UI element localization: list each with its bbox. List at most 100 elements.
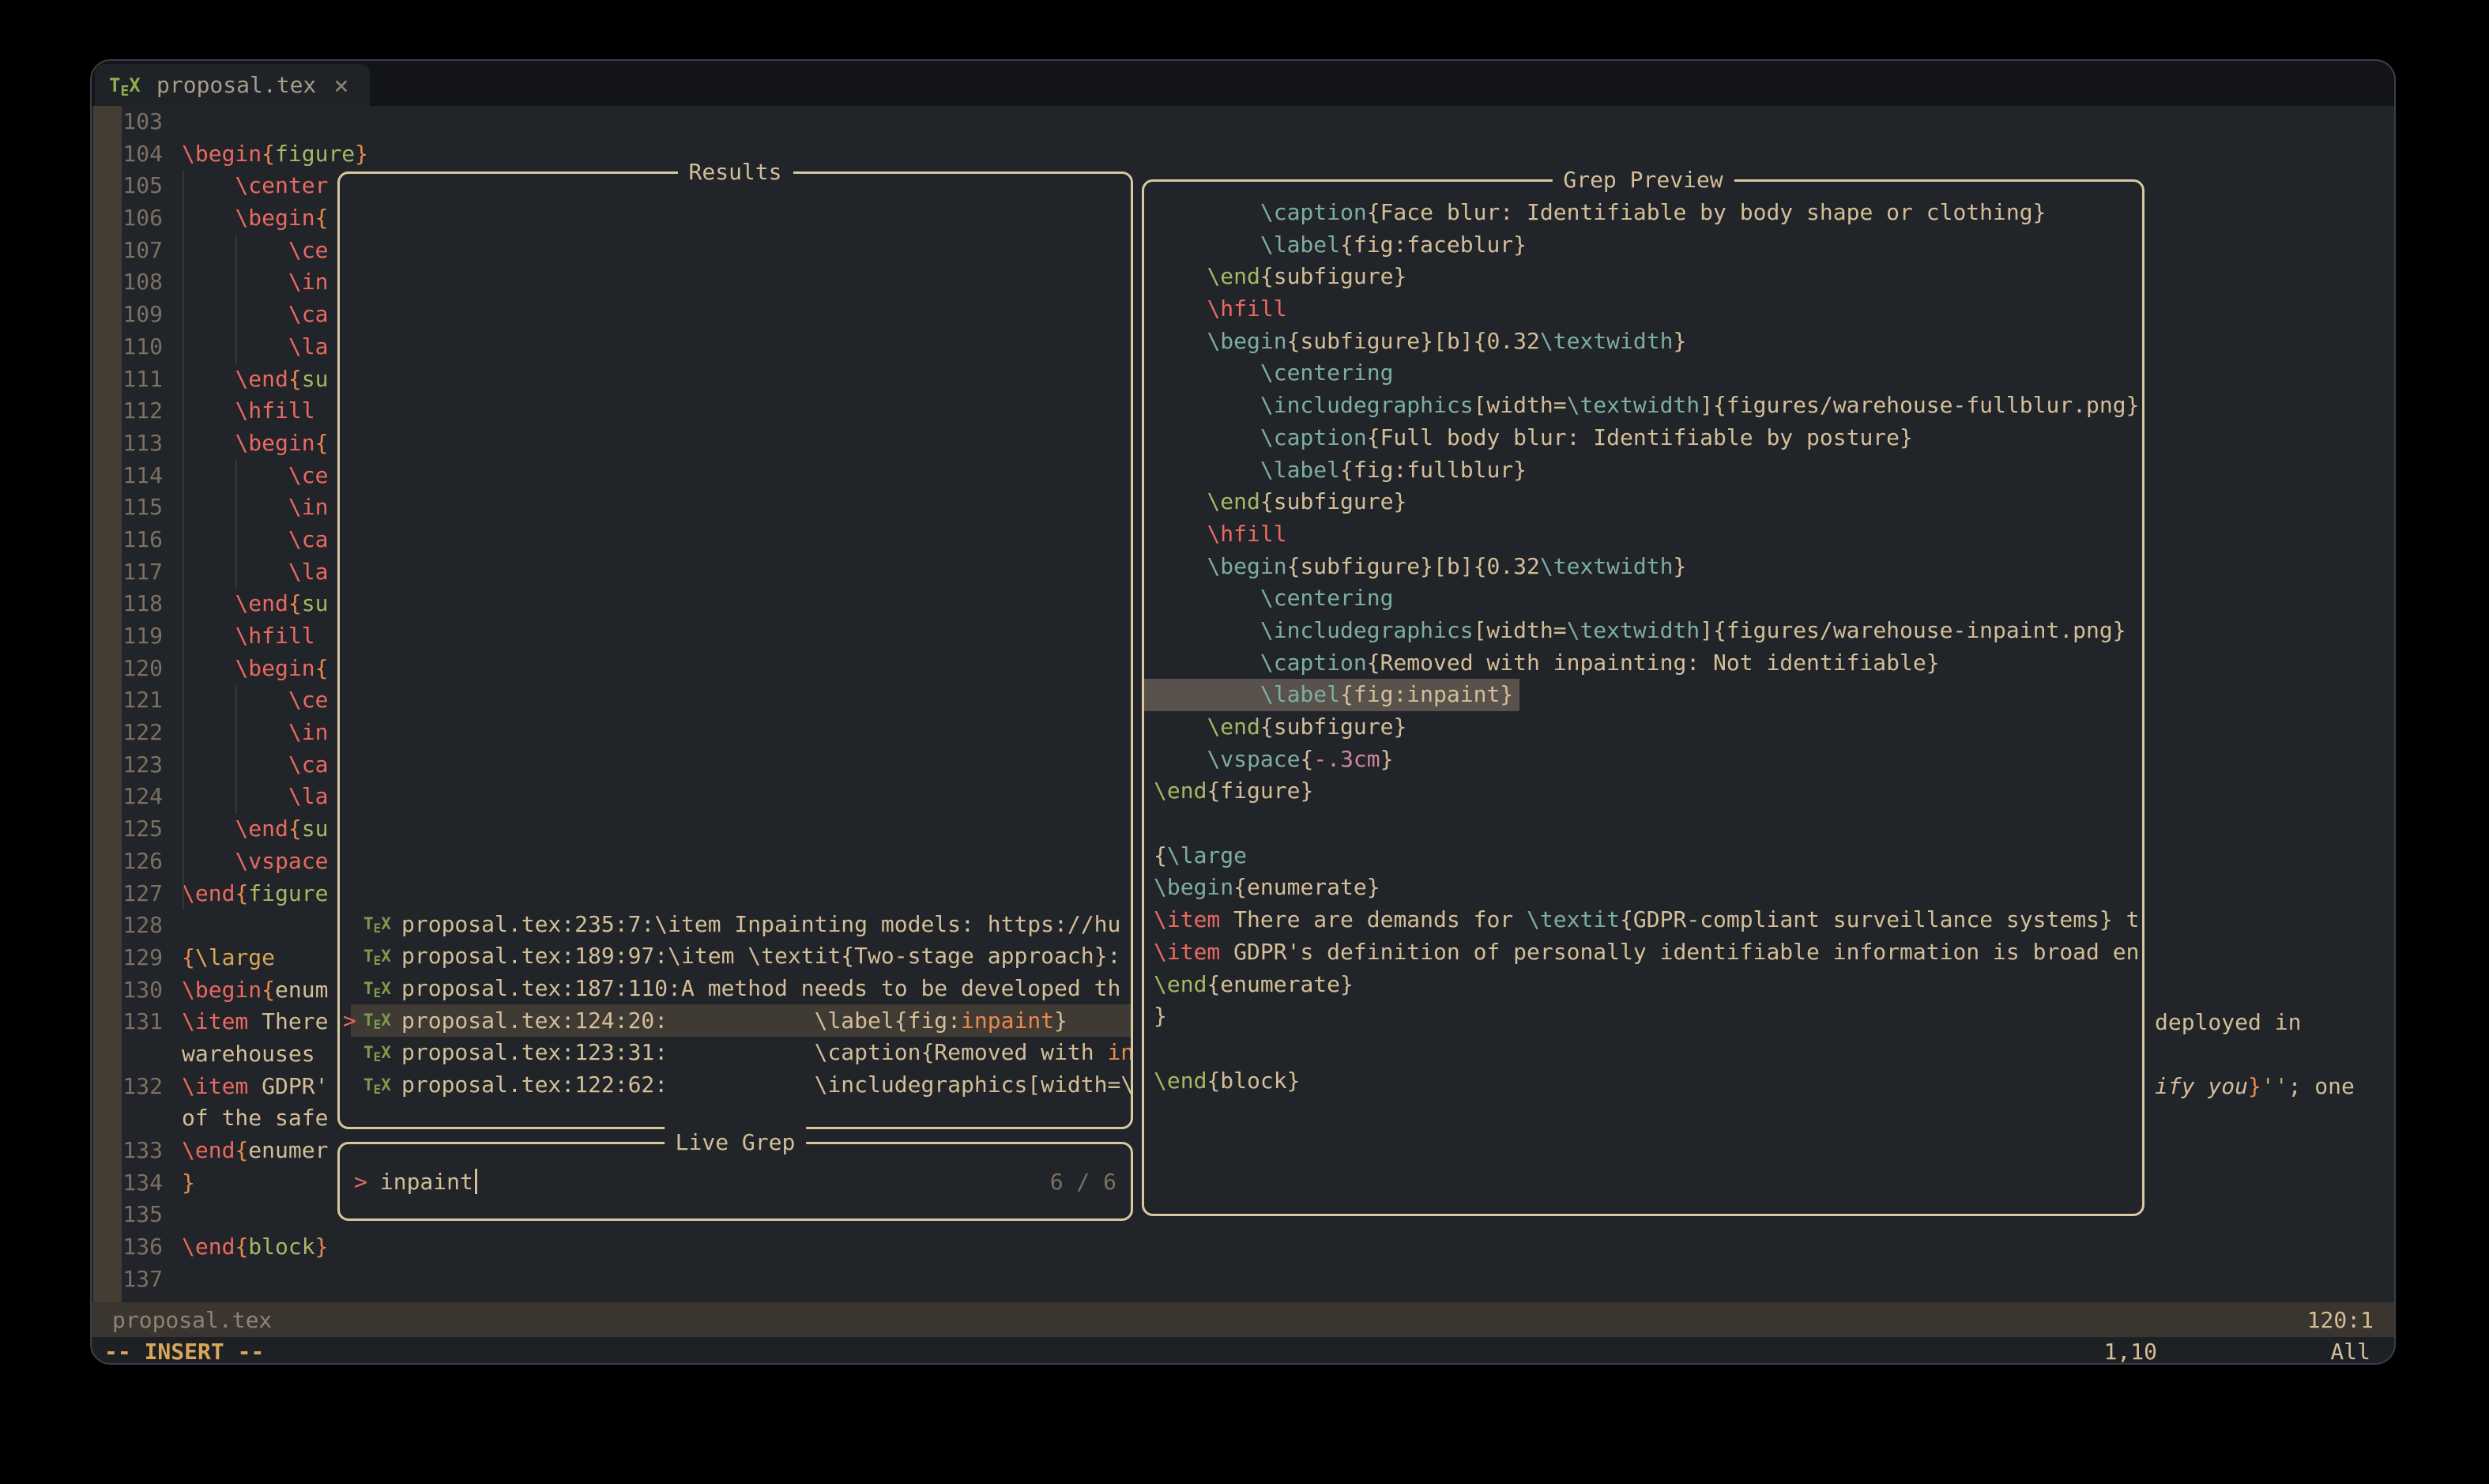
preview-line: \includegraphics[width=\textwidth]{figur… [1154, 390, 2140, 422]
result-text: proposal.tex:187:110:A method needs to b… [401, 975, 1120, 1001]
code-text: \begin{enum [182, 974, 328, 1007]
line-number: 108 [92, 266, 163, 299]
result-row[interactable]: TEX proposal.tex:122:62: \includegraphics… [340, 1068, 1131, 1101]
line-number: 124 [92, 781, 163, 813]
mode-indicator: -- INSERT -- [104, 1339, 264, 1365]
code-text: \in [182, 492, 328, 524]
preview-line: \begin{subfigure}[b]{0.32\textwidth} [1154, 551, 2140, 583]
code-text: \end{enumer [182, 1135, 328, 1167]
line-number: 111 [92, 363, 163, 396]
preview-line: \label{fig:fullblur} [1154, 454, 2140, 487]
ruler-position: 1,10 [2104, 1339, 2157, 1365]
preview-line: \caption{Full body blur: Identifiable by… [1154, 422, 2140, 454]
code-line[interactable]: 104\begin{figure} [92, 138, 2394, 171]
code-text: \item GDPR' [182, 1071, 328, 1103]
preview-line: \end{block} [1154, 1065, 2140, 1098]
result-row[interactable]: TEXproposal.tex:235:7:\item Inpainting m… [340, 908, 1131, 940]
code-line[interactable]: 136\end{block} [92, 1231, 2394, 1264]
livegrep-window: Live Grep > inpaint 6 / 6 [337, 1142, 1133, 1221]
statusline-filename: proposal.tex [112, 1307, 272, 1333]
code-text: \ce [182, 235, 328, 267]
code-text: \ca [182, 524, 328, 556]
tex-file-icon: TEX [363, 914, 395, 933]
result-text: proposal.tex:189:97:\item \textit{Two-st… [401, 943, 1120, 969]
preview-line: \label{fig:faceblur} [1154, 229, 2140, 262]
code-text: \la [182, 331, 328, 363]
indent-guide [235, 685, 237, 814]
line-number: 135 [92, 1199, 163, 1231]
preview-line: \centering [1154, 357, 2140, 390]
preview-line: \end{subfigure} [1154, 486, 2140, 518]
preview-line: {\large [1154, 840, 2140, 872]
results-title: Results [677, 156, 793, 188]
line-number: 123 [92, 749, 163, 782]
tex-file-icon: TEX [363, 1043, 395, 1062]
input-cursor [475, 1169, 477, 1194]
tab-bar: TEX proposal.tex × [92, 61, 2394, 106]
line-number: 109 [92, 299, 163, 331]
line-number: 134 [92, 1167, 163, 1200]
line-number: 106 [92, 202, 163, 235]
preview-line: \centering [1154, 582, 2140, 615]
result-row[interactable]: TEXproposal.tex:189:97:\item \textit{Two… [340, 940, 1131, 973]
tex-file-icon: TEX [363, 1075, 395, 1094]
tex-file-icon: TEX [109, 74, 144, 96]
result-row[interactable]: >TEXproposal.tex:124:20: \label{fig:inpa… [340, 1004, 1131, 1037]
code-text: of the safe [182, 1102, 328, 1135]
line-number [92, 1102, 163, 1135]
tab-proposal-tex[interactable]: TEX proposal.tex × [95, 64, 370, 106]
scroll-indicator: All [2330, 1339, 2370, 1365]
preview-line-highlighted: \label{fig:inpaint} [1144, 679, 1519, 711]
line-number: 115 [92, 492, 163, 524]
code-line[interactable]: 103 [92, 106, 2394, 138]
code-text: warehouses [182, 1038, 315, 1071]
tab-close-icon[interactable]: × [333, 73, 348, 98]
result-selection-arrow: > [343, 1008, 363, 1034]
tex-file-icon: TEX [363, 979, 395, 998]
grep-query-input[interactable]: > inpaint 6 / 6 [340, 1144, 1131, 1218]
result-row[interactable]: TEXproposal.tex:123:31: \caption{Removed… [340, 1037, 1131, 1069]
code-text: \end{block} [182, 1231, 328, 1264]
preview-line: \end{subfigure} [1154, 261, 2140, 293]
preview-line: \hfill [1154, 293, 2140, 326]
line-number: 116 [92, 524, 163, 556]
line-number: 110 [92, 331, 163, 363]
statusline: proposal.tex 120:1 [92, 1302, 2394, 1337]
code-text: \end{su [182, 813, 328, 846]
preview-line: \end{enumerate} [1154, 969, 2140, 1001]
preview-line: } [1154, 1000, 2140, 1033]
line-number: 117 [92, 556, 163, 589]
preview-line [1154, 808, 2140, 840]
code-text: \end{su [182, 588, 328, 620]
line-number: 127 [92, 878, 163, 910]
line-number: 122 [92, 717, 163, 749]
line-number: 119 [92, 620, 163, 653]
code-text: \la [182, 556, 328, 589]
line-number: 105 [92, 170, 163, 202]
code-line[interactable]: 137 [92, 1264, 2394, 1296]
code-text: } [182, 1167, 195, 1200]
code-text: \begin{ [182, 202, 328, 235]
line-number: 130 [92, 974, 163, 1007]
code-text: \ce [182, 460, 328, 492]
line-number: 121 [92, 684, 163, 717]
code-text: \begin{ [182, 653, 328, 685]
code-text: \end{su [182, 363, 328, 396]
preview-line: \end{figure} [1154, 775, 2140, 808]
preview-line: \includegraphics[width=\textwidth]{figur… [1154, 615, 2140, 647]
line-number: 114 [92, 460, 163, 492]
results-list: TEXproposal.tex:235:7:\item Inpainting m… [340, 908, 1131, 1101]
result-row[interactable]: TEX proposal.tex:187:110:A method needs t… [340, 972, 1131, 1004]
line-number: 126 [92, 846, 163, 878]
line-number: 103 [92, 106, 163, 138]
preview-line: \end{subfigure} [1154, 711, 2140, 744]
indent-guide [235, 235, 237, 363]
editor-window: TEX proposal.tex × deployed in ify you}'… [90, 59, 2396, 1365]
line-number [92, 1038, 163, 1071]
result-text: proposal.tex:122:62: \includegraphics[wi… [401, 1072, 1131, 1098]
statusline-position: 120:1 [2307, 1307, 2374, 1333]
preview-title: Grep Preview [1552, 164, 1734, 196]
prompt-arrow-icon: > [354, 1169, 367, 1195]
indent-guide [183, 170, 184, 910]
preview-line: \begin{subfigure}[b]{0.32\textwidth} [1154, 326, 2140, 358]
